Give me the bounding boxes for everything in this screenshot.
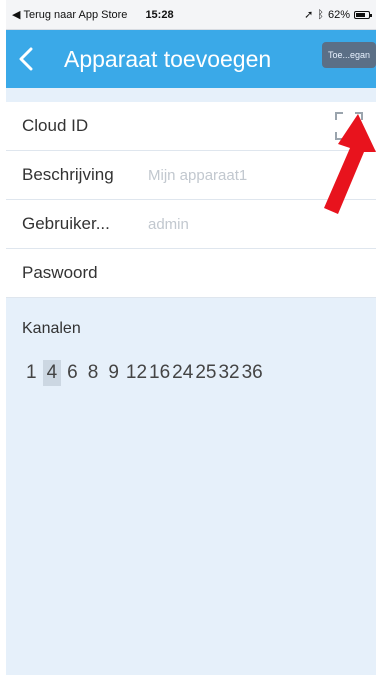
battery-percent: 62% [327, 8, 350, 21]
app-screen: ◀ Terug naar App Store 15:28 ➚ ᛒ 62% App… [6, 0, 376, 675]
channel-option[interactable]: 8 [84, 360, 103, 386]
description-label: Beschrijving [22, 165, 114, 184]
back-to-app-store[interactable]: ◀ Terug naar App Store [12, 8, 128, 22]
password-label: Paswoord [22, 263, 98, 282]
status-bar: ◀ Terug naar App Store 15:28 ➚ ᛒ 62% [6, 0, 376, 30]
back-to-label: Terug naar App Store [23, 8, 128, 21]
status-icons: ➚ ᛒ 62% [304, 8, 372, 21]
password-input[interactable] [142, 264, 376, 282]
device-form: Cloud ID Beschrijving Gebruiker... Paswo… [6, 102, 376, 298]
back-button[interactable] [6, 30, 46, 88]
description-input[interactable] [142, 166, 376, 184]
channel-option[interactable]: 12 [125, 360, 148, 386]
username-label: Gebruiker... [22, 214, 110, 233]
channel-option[interactable]: 6 [63, 360, 82, 386]
location-icon: ➚ [304, 9, 314, 21]
qr-scan-icon[interactable] [334, 111, 364, 141]
channel-option[interactable]: 25 [194, 360, 217, 386]
username-row: Gebruiker... [6, 200, 376, 249]
clock: 15:28 [145, 8, 174, 21]
channel-option-selected[interactable]: 4 [42, 360, 62, 386]
cloud-id-label: Cloud ID [22, 116, 89, 135]
back-triangle-icon: ◀ [12, 9, 21, 21]
channel-option[interactable]: 1 [22, 360, 41, 386]
battery-icon [354, 10, 372, 19]
channel-option[interactable]: 36 [241, 360, 264, 386]
description-row: Beschrijving [6, 151, 376, 200]
nav-bar: Apparaat toevoegen Toe...egan [6, 30, 376, 88]
channel-selector: 1 4 6 8 9 12 16 24 25 32 36 [22, 360, 376, 386]
channels-label: Kanalen [22, 320, 81, 337]
cloud-id-row: Cloud ID [6, 102, 376, 151]
channel-option[interactable]: 16 [148, 360, 171, 386]
channel-option[interactable]: 24 [171, 360, 194, 386]
back-chevron-icon [19, 47, 33, 71]
channel-option[interactable]: 9 [104, 360, 123, 386]
channel-option[interactable]: 32 [217, 360, 240, 386]
bluetooth-icon: ᛒ [317, 8, 324, 21]
username-input[interactable] [142, 215, 376, 233]
add-button[interactable]: Toe...egan [321, 42, 376, 68]
password-row: Paswoord [6, 249, 376, 298]
page-title: Apparaat toevoegen [64, 45, 272, 72]
